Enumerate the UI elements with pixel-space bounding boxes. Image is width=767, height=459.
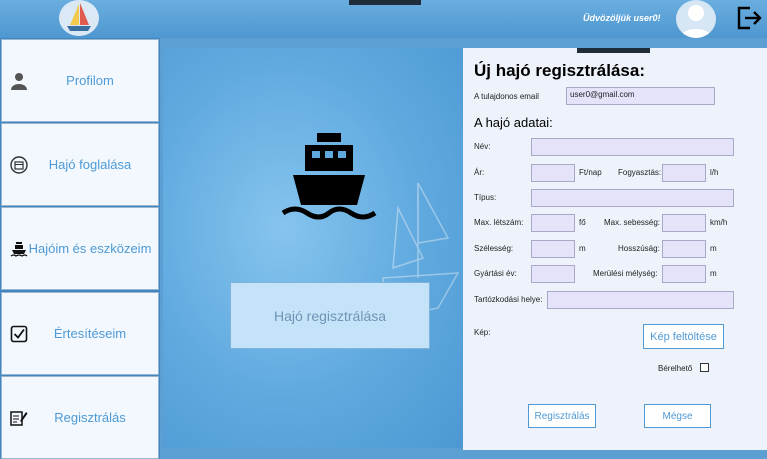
consumption-label: Fogyasztás: [618, 168, 662, 177]
length-label: Hosszúság: [618, 244, 660, 253]
length-field[interactable] [662, 240, 706, 258]
cancel-button[interactable]: Mégse [644, 404, 711, 428]
checkbox-icon [9, 324, 29, 344]
register-boat-tile[interactable]: Hajó regisztrálása [230, 282, 430, 349]
price-field[interactable] [531, 164, 575, 182]
avatar[interactable] [676, 0, 716, 38]
consumption-field[interactable] [662, 164, 706, 182]
draft-label: Merülési mélység: [593, 269, 658, 278]
max-speed-unit: km/h [710, 218, 728, 227]
sidebar-item-register[interactable]: Regisztrálás [1, 376, 159, 459]
window-handle [349, 0, 421, 5]
type-field[interactable] [531, 189, 734, 207]
home-port-label: Tartózkodási helye: [474, 295, 543, 304]
sidebar-item-my-boats[interactable]: Hajóim és eszközeim [1, 207, 159, 290]
max-people-label: Max. létszám: [474, 218, 524, 227]
sidebar: Profilom Hajó foglalása Hajóim és eszköz… [0, 38, 160, 459]
width-unit: m [579, 244, 586, 253]
draft-field[interactable] [662, 265, 706, 283]
name-label: Név: [474, 142, 491, 151]
width-label: Szélesség: [474, 244, 514, 253]
sailboat-logo-icon [59, 0, 99, 36]
ship-icon [281, 133, 377, 220]
consumption-unit: l/h [710, 168, 719, 177]
calendar-icon [9, 155, 29, 175]
name-field[interactable] [531, 138, 734, 156]
year-field[interactable] [531, 265, 575, 283]
draft-unit: m [710, 269, 717, 278]
width-field[interactable] [531, 240, 575, 258]
sidebar-item-booking[interactable]: Hajó foglalása [1, 123, 159, 206]
upload-image-button[interactable]: Kép feltöltése [643, 324, 724, 349]
length-unit: m [710, 244, 717, 253]
section-title: A hajó adatai: [474, 115, 553, 130]
sidebar-item-profile[interactable]: Profilom [1, 39, 159, 122]
price-unit: Ft/nap [579, 168, 602, 177]
home-port-field[interactable] [547, 291, 734, 309]
max-speed-label: Max. sebesség: [604, 218, 661, 227]
welcome-text: Üdvözöljük user0! [583, 13, 661, 23]
rentable-checkbox[interactable] [700, 363, 709, 372]
image-label: Kép: [474, 328, 491, 337]
ship-icon [9, 239, 29, 259]
max-people-field[interactable] [531, 214, 575, 232]
logout-icon[interactable] [736, 5, 762, 31]
max-people-unit: fő [579, 218, 586, 227]
user-icon [9, 71, 29, 91]
sidebar-item-notifications[interactable]: Értesítéseim [1, 292, 159, 375]
year-label: Gyártási év: [474, 269, 517, 278]
type-label: Típus: [474, 193, 497, 202]
form-title: Új hajó regisztrálása: [474, 61, 646, 80]
max-speed-field[interactable] [662, 214, 706, 232]
register-button[interactable]: Regisztrálás [528, 404, 596, 428]
edit-icon [9, 408, 29, 428]
boat-register-area: Hajó regisztrálása [163, 48, 463, 448]
owner-email-field[interactable]: user0@gmail.com [566, 87, 715, 105]
rentable-label: Bérelhető [658, 364, 693, 373]
price-label: Ár: [474, 168, 485, 177]
panel-handle [577, 48, 650, 53]
owner-email-label: A tulajdonos email [474, 92, 539, 101]
